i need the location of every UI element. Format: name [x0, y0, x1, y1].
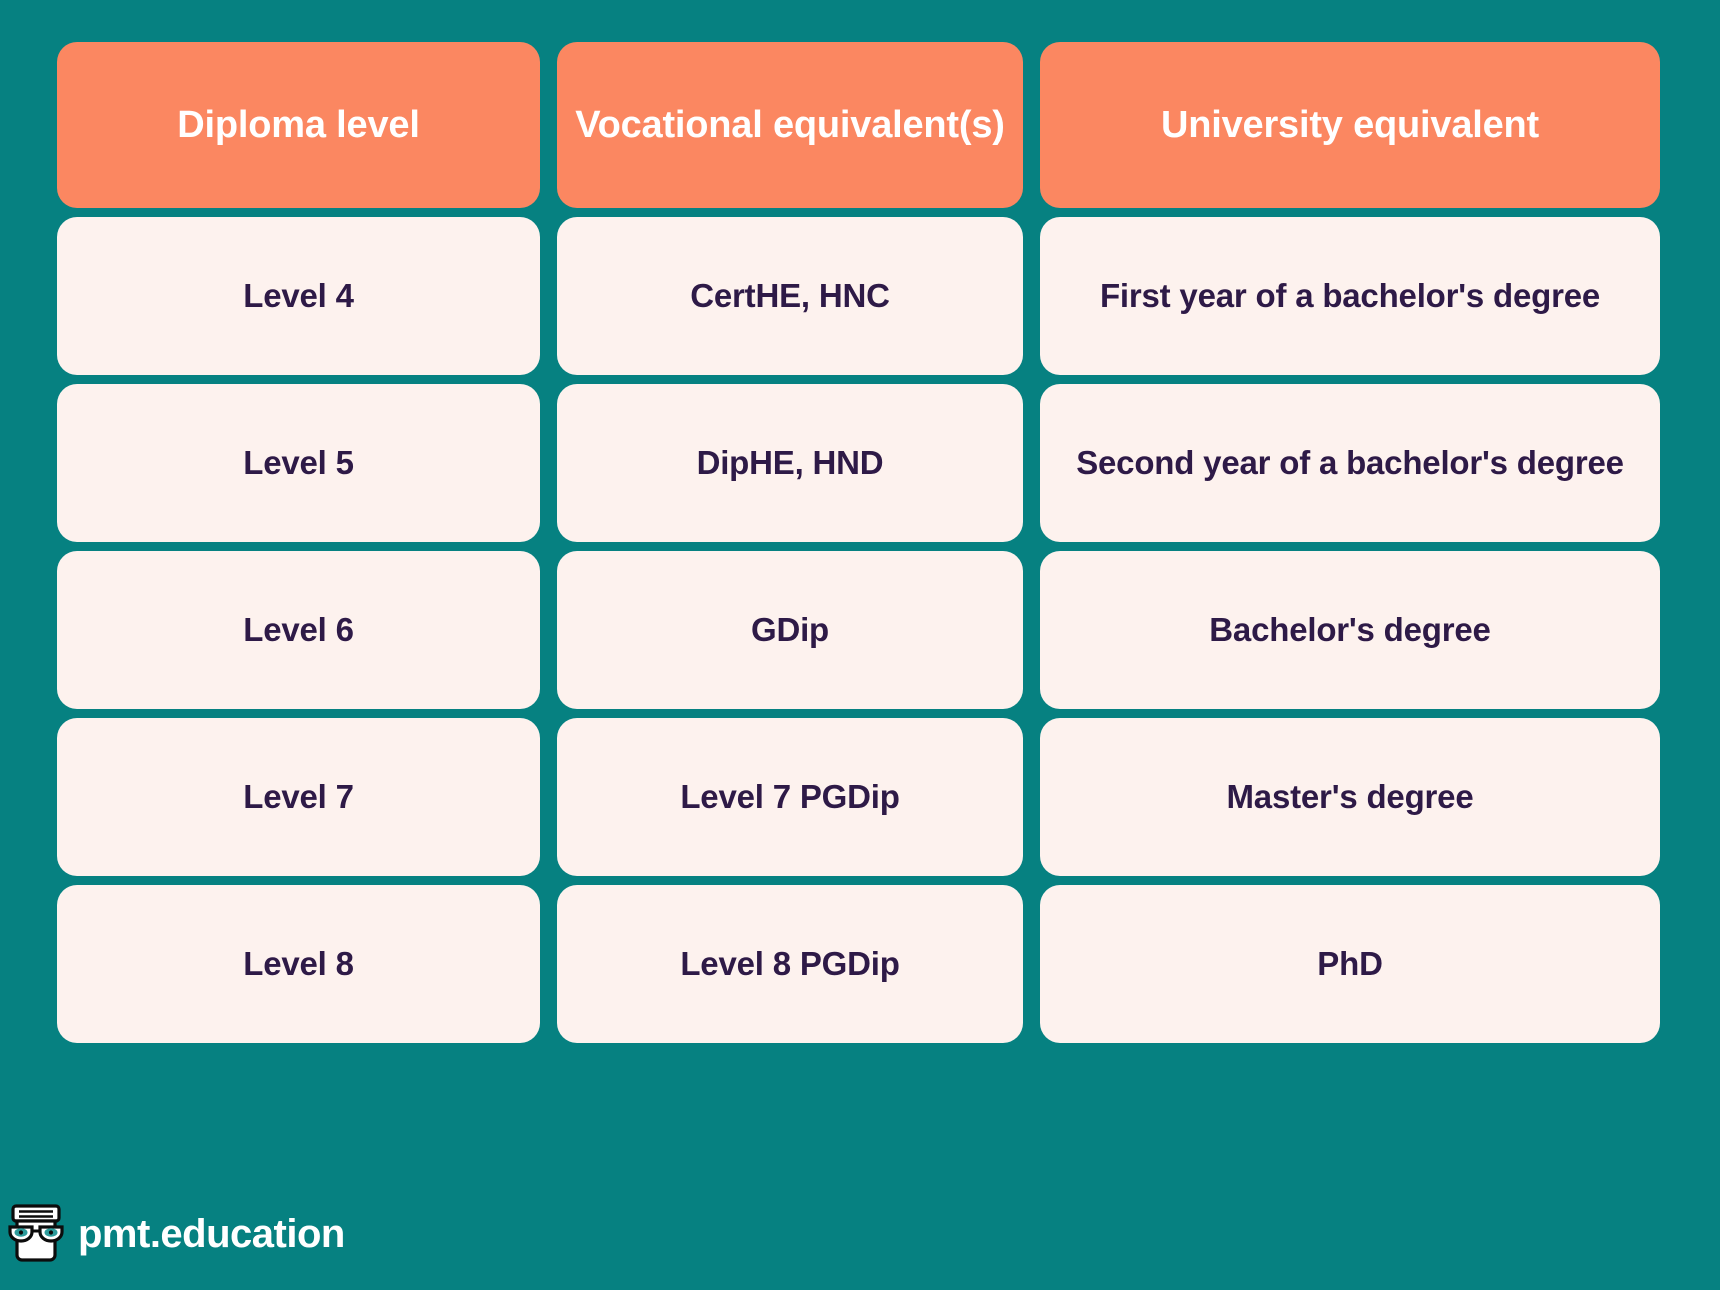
cell-diploma-level: Level 5	[243, 443, 354, 481]
table-row: Level 4	[57, 217, 540, 375]
cell-vocational-equivalent: Level 8 PGDip	[680, 944, 900, 982]
table-header-vocational-equivalent: Vocational equivalent(s)	[557, 42, 1023, 208]
equivalence-table: Diploma level Vocational equivalent(s) U…	[57, 42, 1660, 1043]
cell-vocational-equivalent: Level 7 PGDip	[680, 777, 900, 815]
footer-branding: pmt.education	[8, 1204, 345, 1264]
table-row: Bachelor's degree	[1040, 551, 1660, 709]
table-header-label: University equivalent	[1160, 103, 1540, 146]
table-row: CertHE, HNC	[557, 217, 1023, 375]
cell-university-equivalent: First year of a bachelor's degree	[1099, 276, 1601, 314]
table-header-diploma-level: Diploma level	[57, 42, 540, 208]
cell-vocational-equivalent: GDip	[750, 610, 830, 648]
cell-university-equivalent: Second year of a bachelor's degree	[1076, 443, 1624, 481]
table-row: PhD	[1040, 885, 1660, 1043]
cell-vocational-equivalent: DipHE, HND	[696, 443, 884, 481]
table-row: Level 8	[57, 885, 540, 1043]
table-row: DipHE, HND	[557, 384, 1023, 542]
table-row: Second year of a bachelor's degree	[1040, 384, 1660, 542]
table-row: Master's degree	[1040, 718, 1660, 876]
cell-diploma-level: Level 6	[243, 610, 354, 648]
table-row: GDip	[557, 551, 1023, 709]
cell-diploma-level: Level 4	[243, 276, 354, 314]
table-header-university-equivalent: University equivalent	[1040, 42, 1660, 208]
table-row: Level 7 PGDip	[557, 718, 1023, 876]
cell-vocational-equivalent: CertHE, HNC	[690, 276, 890, 314]
table-row: Level 6	[57, 551, 540, 709]
table-header-label: Diploma level	[177, 103, 420, 146]
cell-university-equivalent: Bachelor's degree	[1209, 610, 1491, 648]
cell-university-equivalent: PhD	[1317, 944, 1383, 982]
table-header-label: Vocational equivalent(s)	[575, 103, 1005, 146]
table-row: Level 5	[57, 384, 540, 542]
cell-university-equivalent: Master's degree	[1226, 777, 1474, 815]
table-row: Level 8 PGDip	[557, 885, 1023, 1043]
pmt-mascot-icon	[8, 1204, 64, 1262]
footer-wordmark: pmt.education	[78, 1212, 345, 1256]
cell-diploma-level: Level 7	[243, 777, 354, 815]
cell-diploma-level: Level 8	[243, 944, 354, 982]
table-row: Level 7	[57, 718, 540, 876]
table-row: First year of a bachelor's degree	[1040, 217, 1660, 375]
slide-root: Diploma level Vocational equivalent(s) U…	[0, 0, 1720, 1290]
